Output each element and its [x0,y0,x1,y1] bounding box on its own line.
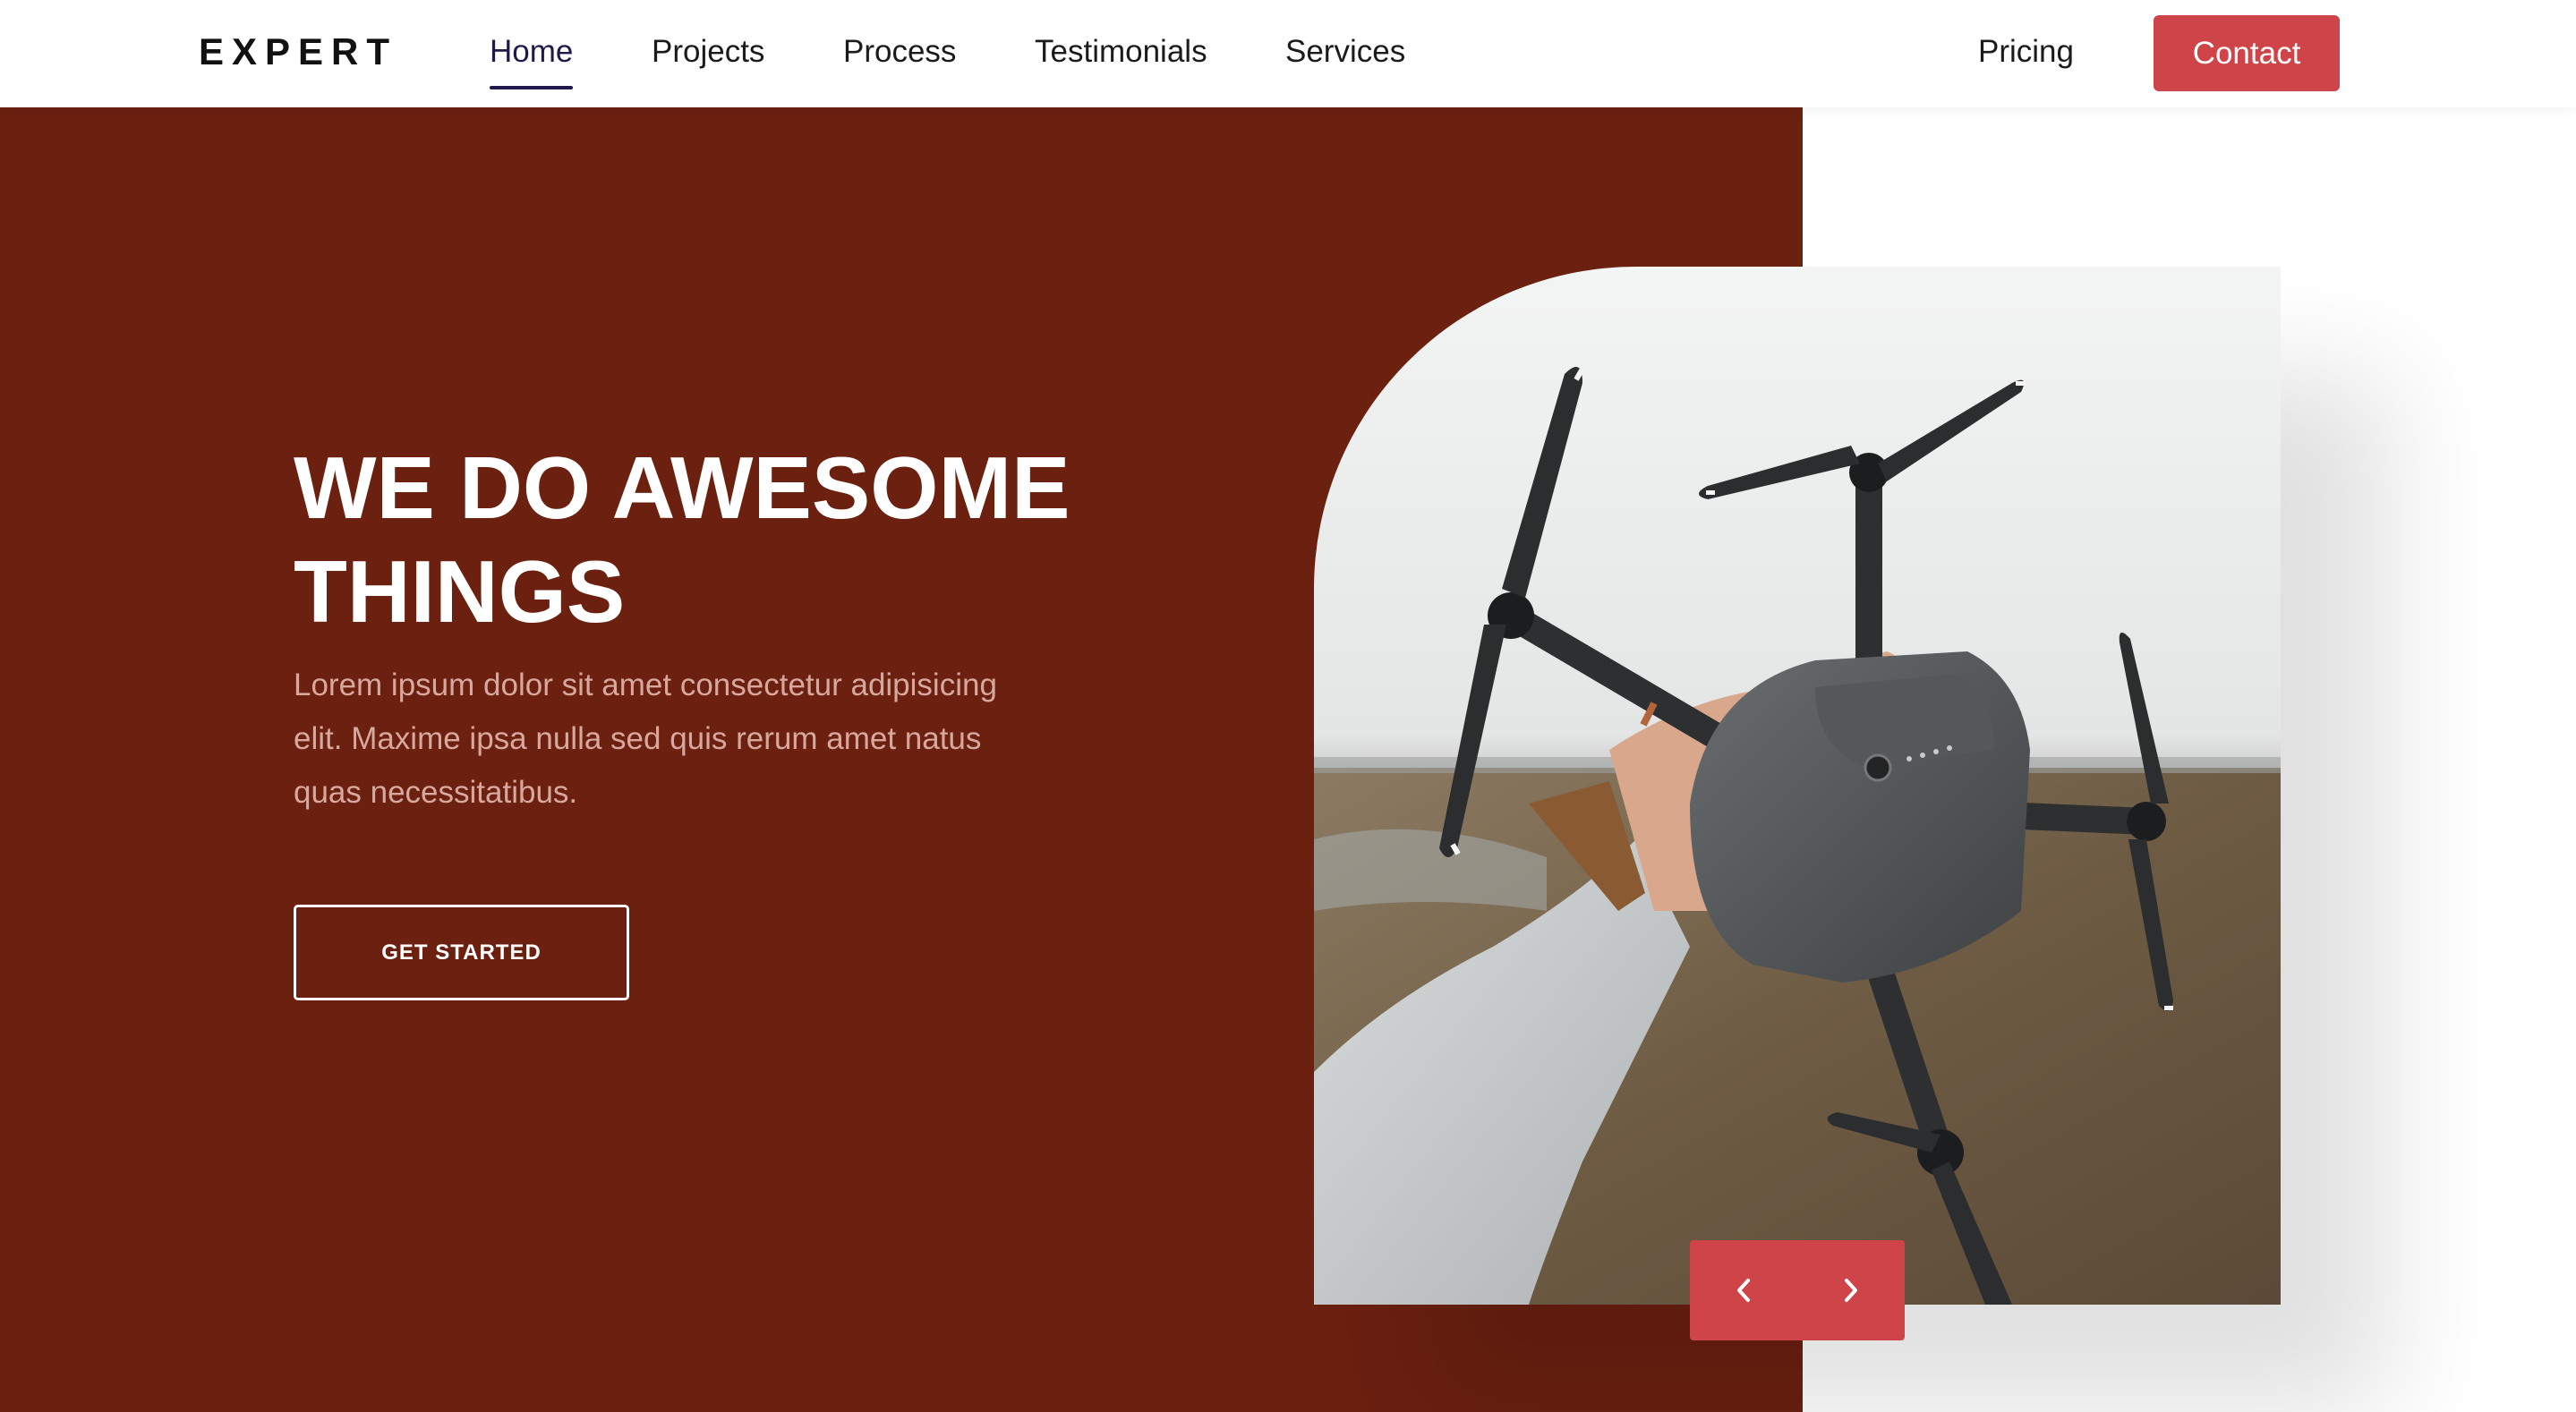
hero-title-line-1: WE DO AWESOME [294,438,1070,537]
hero-title-line-2: THINGS [294,542,626,641]
hero-description: Lorem ipsum dolor sit amet consectetur a… [294,668,997,810]
brand-logo[interactable]: EXPERT [199,30,397,73]
nav-item-testimonials[interactable]: Testimonials [1035,34,1207,70]
chevron-right-icon [1845,1279,1857,1302]
nav-item-services[interactable]: Services [1285,34,1405,70]
slider-controls [1690,1240,1905,1340]
nav-item-home[interactable]: Home [490,34,574,89]
nav-item-projects[interactable]: Projects [652,34,764,70]
drone-photo-illustration [1314,267,2281,1305]
hero-title: WE DO AWESOME THINGS [294,436,1171,643]
site-header: EXPERT Home Projects Process Testimonial… [0,0,2576,107]
slider-next-button[interactable] [1797,1240,1905,1340]
get-started-button[interactable]: GET STARTED [294,905,629,1000]
contact-button[interactable]: Contact [2154,15,2340,91]
hero-image-drone [1314,267,2281,1305]
active-nav-underline [490,86,574,89]
chevron-left-icon [1737,1279,1750,1302]
page: EXPERT Home Projects Process Testimonial… [0,0,2576,1412]
nav-item-pricing[interactable]: Pricing [1978,34,2074,70]
nav-item-process[interactable]: Process [843,34,956,70]
slider-prev-button[interactable] [1690,1240,1797,1340]
nav-item-home-label: Home [490,34,574,69]
